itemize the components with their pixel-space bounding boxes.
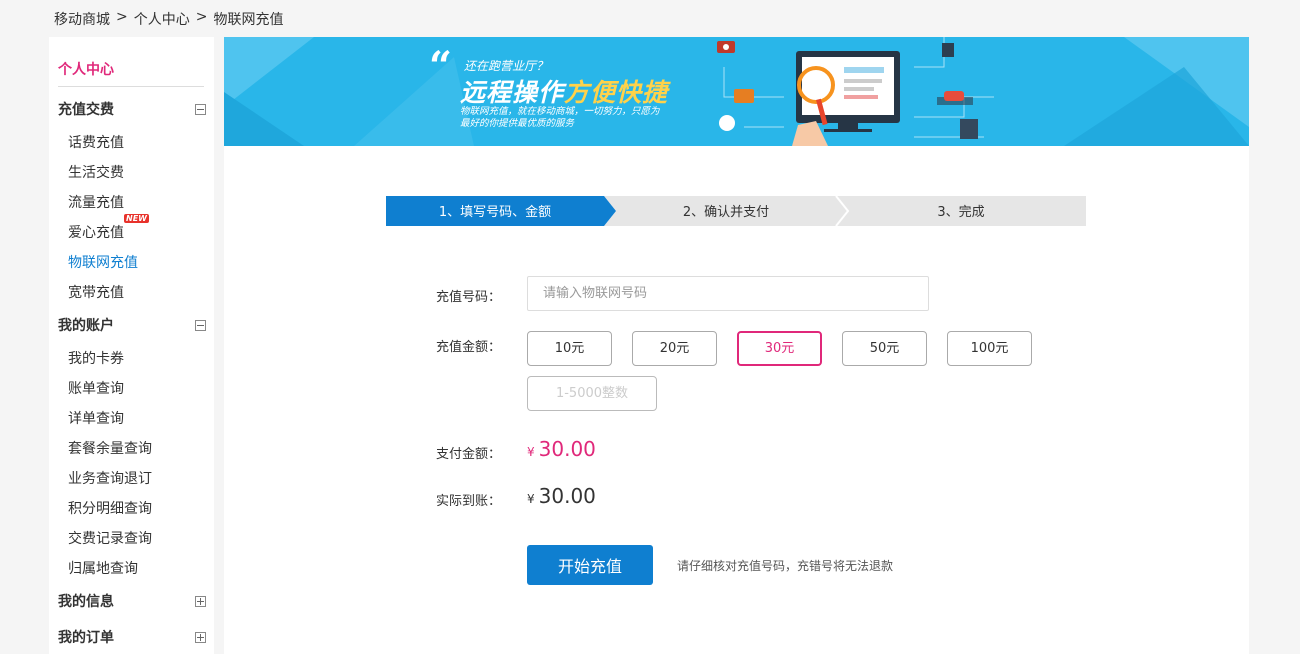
warning-note: 请仔细核对充值号码，充错号将无法退款 (677, 559, 894, 573)
real-amount-label: 实际到账： (436, 494, 502, 509)
banner: “ 还在跑营业厅？ 远程操作方便快捷 物联网充值，就在移动商城，一切努力，只愿为… (224, 37, 1249, 146)
banner-illustration (224, 37, 1249, 146)
sidebar-item-service-unsubscribe[interactable]: 业务查询退订 (68, 468, 152, 488)
breadcrumb-current: 物联网充值 (213, 12, 284, 28)
real-amount: ¥ 30.00 (527, 484, 596, 508)
sidebar-item-label: 爱心充值 (68, 225, 124, 241)
pay-amount-label: 支付金额： (436, 447, 502, 462)
sidebar-divider (58, 86, 204, 87)
sidebar-item-plan-balance[interactable]: 套餐余量查询 (68, 438, 152, 458)
new-badge: NEW (124, 214, 149, 223)
pay-amount-value: 30.00 (538, 437, 596, 461)
sidebar-group-recharge[interactable]: 充值交费 (58, 99, 206, 119)
expand-icon[interactable] (195, 595, 206, 607)
sidebar-item-iot-recharge[interactable]: 物联网充值 (68, 252, 138, 272)
breadcrumb-personal-center[interactable]: 个人中心 (134, 9, 190, 29)
sidebar-item-location-query[interactable]: 归属地查询 (68, 558, 138, 578)
sidebar-item-phone-recharge[interactable]: 话费充值 (68, 132, 124, 152)
pay-amount: ¥ 30.00 (527, 437, 596, 461)
amount-option-30[interactable]: 30元 (737, 331, 822, 366)
breadcrumb: 移动商城 > 个人中心 > 物联网充值 (54, 9, 283, 29)
banner-headline: 远程操作方便快捷 (460, 73, 668, 109)
sidebar-group-label: 我的账户 (58, 318, 114, 334)
amount-option-50[interactable]: 50元 (842, 331, 927, 366)
banner-headline-b: 方便快捷 (564, 78, 669, 107)
sidebar-item-payment-records[interactable]: 交费记录查询 (68, 528, 152, 548)
sidebar-item-bill-query[interactable]: 账单查询 (68, 378, 124, 398)
step-3-label: 3、完成 (937, 205, 984, 220)
sidebar-item-points-detail[interactable]: 积分明细查询 (68, 498, 152, 518)
sidebar-item-life-payment[interactable]: 生活交费 (68, 162, 124, 182)
expand-icon[interactable] (195, 631, 206, 643)
banner-quote-mark: “ (429, 43, 453, 90)
sidebar-group-orders[interactable]: 我的订单 (58, 627, 206, 647)
currency-symbol: ¥ (527, 492, 535, 506)
step-2-label: 2、确认并支付 (683, 205, 769, 220)
breadcrumb-separator: > (195, 9, 208, 25)
sidebar-item-broadband-recharge[interactable]: 宽带充值 (68, 282, 124, 302)
amount-option-10[interactable]: 10元 (527, 331, 612, 366)
collapse-icon[interactable] (195, 319, 206, 331)
real-amount-value: 30.00 (538, 484, 596, 508)
sidebar-item-charity-recharge[interactable]: 爱心充值 NEW (68, 214, 149, 242)
start-recharge-button[interactable]: 开始充值 (527, 545, 653, 585)
custom-amount-input[interactable] (527, 376, 657, 411)
sidebar-item-coupons[interactable]: 我的卡券 (68, 348, 124, 368)
sidebar-group-account[interactable]: 我的账户 (58, 315, 206, 335)
breadcrumb-home[interactable]: 移动商城 (54, 9, 110, 29)
sidebar-group-info[interactable]: 我的信息 (58, 591, 206, 611)
sidebar-item-detail-query[interactable]: 详单查询 (68, 408, 124, 428)
sidebar: 个人中心 充值交费 话费充值 生活交费 流量充值 爱心充值 NEW 物联网充值 … (49, 37, 214, 654)
sidebar-group-label: 充值交费 (58, 102, 114, 118)
phone-input[interactable] (527, 276, 929, 311)
banner-headline-a: 远程操作 (460, 78, 565, 107)
currency-symbol: ¥ (527, 445, 535, 459)
sidebar-group-label: 我的订单 (58, 630, 114, 646)
collapse-icon[interactable] (195, 103, 206, 115)
phone-label: 充值号码： (436, 290, 502, 305)
step-1-label: 1、填写号码、金额 (439, 204, 551, 220)
amount-label: 充值金额： (436, 340, 502, 355)
sidebar-item-data-recharge[interactable]: 流量充值 (68, 192, 124, 212)
sidebar-group-label: 我的信息 (58, 594, 114, 610)
main-panel: “ 还在跑营业厅？ 远程操作方便快捷 物联网充值，就在移动商城，一切努力，只愿为… (224, 37, 1249, 654)
banner-subtitle: 还在跑营业厅？ (464, 59, 549, 73)
breadcrumb-separator: > (116, 9, 128, 25)
step-progress: 1、填写号码、金额 2、确认并支付 3、完成 (386, 196, 1086, 226)
amount-option-100[interactable]: 100元 (947, 331, 1032, 366)
banner-description: 物联网充值，就在移动商城，一切努力，只愿为最好的你提供最优质的服务 (460, 106, 660, 129)
sidebar-title[interactable]: 个人中心 (58, 59, 114, 79)
amount-option-20[interactable]: 20元 (632, 331, 717, 366)
